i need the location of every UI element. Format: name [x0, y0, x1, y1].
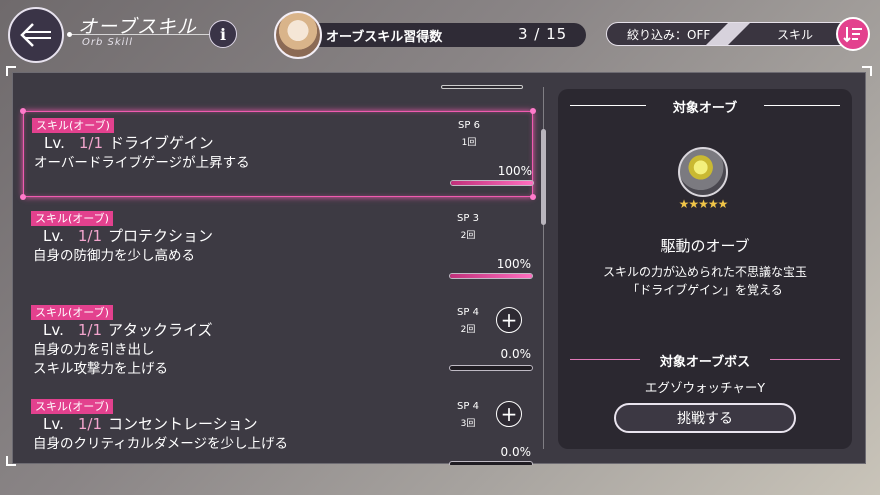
- progress-count: 3 / 15: [518, 25, 568, 43]
- skill-card-protection[interactable]: スキル(オーブ) Lv. 1/1 プロテクション 自身の防御力を少し高める SP 3…: [23, 205, 533, 291]
- skill-use-count: 1回: [461, 138, 477, 148]
- previous-item-bar: [441, 85, 523, 89]
- skill-progress-percent: 0.0%: [500, 445, 532, 459]
- sort-button[interactable]: [836, 17, 870, 51]
- title-underline: [67, 32, 220, 37]
- skill-name: プロテクション: [107, 227, 213, 245]
- skill-level-line: Lv. 1/1 ドライブゲイン: [44, 132, 214, 153]
- skill-name: コンセントレーション: [107, 415, 258, 433]
- skill-progress-bar: [449, 365, 533, 371]
- skill-sp-cost: SP 3: [457, 213, 479, 224]
- level-value: 1/1: [77, 321, 102, 339]
- skill-type-tag: スキル(オーブ): [31, 399, 113, 414]
- skill-sp-cost: SP 6: [458, 120, 480, 131]
- level-value: 1/1: [77, 415, 102, 433]
- filter-toggle[interactable]: 絞り込み：OFF スキル: [606, 22, 856, 46]
- level-label: Lv.: [43, 321, 64, 339]
- skill-progress-bar: [449, 273, 533, 279]
- skill-list[interactable]: スキル(オーブ) Lv. 1/1 ドライブゲイン オーバードライブゲージが上昇する …: [13, 73, 543, 465]
- selection-corner-dot: [530, 194, 536, 200]
- skill-progress-fill: [450, 274, 532, 278]
- corner-decoration: [862, 66, 872, 76]
- skill-card-concentration[interactable]: スキル(オーブ) Lv. 1/1 コンセントレーション 自身のクリティカルダメージを…: [23, 393, 533, 465]
- filter-label: 絞り込み：OFF: [627, 28, 711, 42]
- orb-description-line-1: スキルの力が込められた不思議な宝玉: [602, 265, 807, 279]
- level-value: 1/1: [77, 227, 102, 245]
- selection-corner-dot: [20, 108, 26, 114]
- skill-card-attack-rise[interactable]: スキル(オーブ) Lv. 1/1 アタックライズ 自身の力を引き出し スキル攻撃力を…: [23, 299, 533, 385]
- skill-progress-percent: 0.0%: [500, 347, 532, 361]
- skill-use-count: 2回: [460, 325, 476, 335]
- orb-description: スキルの力が込められた不思議な宝玉 「ドライブゲイン」を覚える: [558, 263, 852, 299]
- level-label: Lv.: [43, 227, 64, 245]
- corner-decoration: [6, 456, 16, 466]
- challenge-button[interactable]: 挑戦する: [614, 403, 796, 433]
- add-skill-button[interactable]: +: [496, 401, 522, 427]
- skill-sp-cost: SP 4: [457, 401, 479, 412]
- plus-icon: +: [500, 402, 518, 426]
- list-scrollbar[interactable]: [541, 129, 546, 225]
- boss-name: エグゾウォッチャーY: [644, 380, 766, 395]
- skill-card-drive-gain[interactable]: スキル(オーブ) Lv. 1/1 ドライブゲイン オーバードライブゲージが上昇する …: [20, 108, 536, 200]
- skill-use-count: 3回: [460, 419, 476, 429]
- skill-description-line-2: スキル攻撃力を上げる: [33, 361, 168, 377]
- skill-description: オーバードライブゲージが上昇する: [34, 155, 250, 171]
- skill-name: ドライブゲイン: [108, 134, 214, 152]
- level-value: 1/1: [78, 134, 103, 152]
- skill-description: 自身の防御力を少し高める: [33, 248, 195, 264]
- skill-description-line-1: 自身の力を引き出し: [33, 342, 155, 358]
- progress-label: オーブスキル習得数: [326, 30, 443, 45]
- level-label: Lv.: [44, 134, 65, 152]
- rarity-stars: ★★★★★: [678, 197, 729, 211]
- orb-detail-panel: 対象オーブ ★★★★★ 駆動のオーブ スキルの力が込められた不思議な宝玉 「ドラ…: [558, 89, 852, 449]
- back-arrow-icon: [20, 23, 51, 47]
- corner-decoration: [6, 66, 16, 76]
- page-subtitle: Orb Skill: [82, 37, 133, 48]
- skill-name: アタックライズ: [107, 321, 213, 339]
- sort-icon: [843, 27, 862, 43]
- skill-use-count: 2回: [460, 231, 476, 241]
- skill-sort-label: スキル: [777, 28, 814, 42]
- skill-progress-percent: 100%: [496, 257, 531, 271]
- skill-level-line: Lv. 1/1 プロテクション: [43, 225, 213, 246]
- orb-description-line-2: 「ドライブゲイン」を覚える: [627, 283, 783, 297]
- skill-sp-cost: SP 4: [457, 307, 479, 318]
- skill-description: 自身のクリティカルダメージを少し上げる: [33, 436, 289, 452]
- info-button[interactable]: i: [209, 20, 237, 48]
- target-boss-heading: 対象オーブボス: [570, 351, 840, 370]
- skill-type-tag: スキル(オーブ): [31, 305, 113, 320]
- selection-corner-dot: [20, 194, 26, 200]
- back-button[interactable]: [8, 7, 64, 63]
- plus-icon: +: [500, 308, 518, 332]
- skill-type-tag: スキル(オーブ): [32, 118, 114, 133]
- main-panel: スキル(オーブ) Lv. 1/1 ドライブゲイン オーバードライブゲージが上昇する …: [12, 72, 866, 465]
- orb-name: 駆動のオーブ: [660, 237, 750, 255]
- level-label: Lv.: [43, 415, 64, 433]
- selection-corner-dot: [530, 108, 536, 114]
- orb-icon: [678, 147, 728, 197]
- skill-progress-bar: [449, 461, 533, 465]
- skill-progress-fill: [451, 181, 533, 185]
- skill-level-line: Lv. 1/1 コンセントレーション: [43, 413, 258, 434]
- skill-type-tag: スキル(オーブ): [31, 211, 113, 226]
- skill-progress-percent: 100%: [497, 164, 532, 178]
- add-skill-button[interactable]: +: [496, 307, 522, 333]
- skill-progress-bar: [450, 180, 534, 186]
- skill-level-line: Lv. 1/1 アタックライズ: [43, 319, 213, 340]
- target-orb-heading: 対象オーブ: [570, 97, 840, 116]
- character-avatar: [274, 11, 322, 59]
